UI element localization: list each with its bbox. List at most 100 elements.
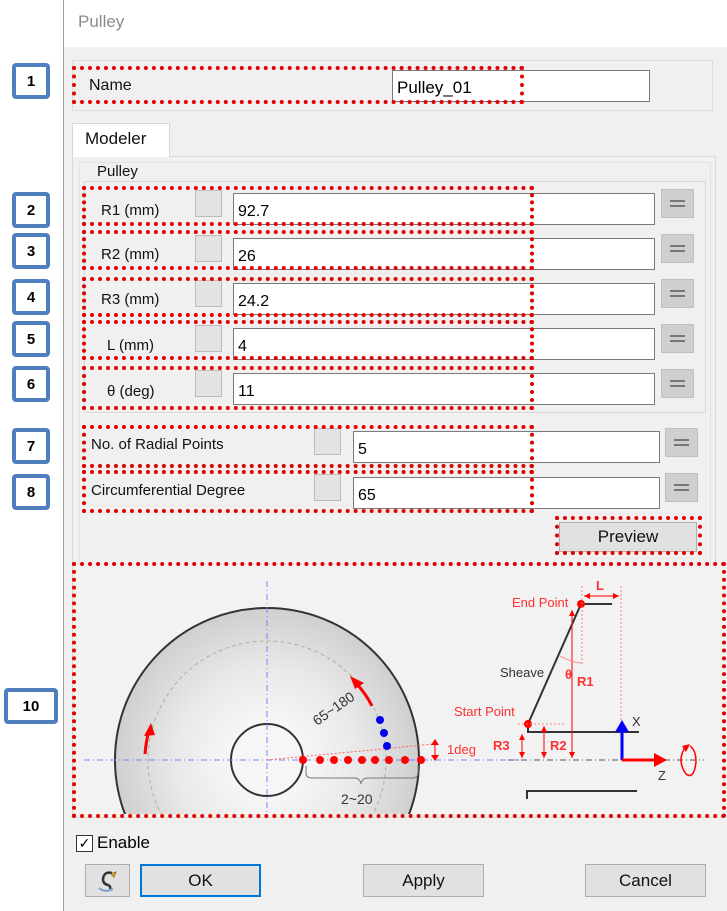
radial-point [330, 756, 338, 764]
window-title: Pulley [78, 12, 125, 31]
radial-point [316, 756, 324, 764]
shaft-line [526, 790, 637, 799]
arrow-head-icon [519, 734, 525, 740]
r2-label-diagram: R2 [550, 738, 567, 753]
callout-8: 8 [12, 474, 50, 510]
end-point-label: End Point [512, 595, 569, 610]
equals-icon [670, 335, 685, 342]
arrow-head-icon [541, 726, 547, 732]
callout-4: 4 [12, 279, 50, 315]
callout-2: 2 [12, 192, 50, 228]
theta-param-toggle[interactable] [195, 370, 222, 397]
rotation-icon [680, 745, 697, 777]
radial-points [299, 756, 425, 764]
circumferential-point [380, 729, 388, 737]
radial-points-formula-button[interactable] [665, 428, 698, 457]
tab-modeler[interactable]: Modeler [72, 123, 170, 157]
l-label-diagram: L [596, 578, 604, 593]
arrow-head-icon [569, 610, 575, 616]
arrow-head-icon [569, 752, 575, 758]
arrow-head-icon [541, 752, 547, 758]
callout-7: 7 [12, 428, 50, 464]
title-bar [64, 0, 727, 47]
arrow-head-icon [584, 593, 590, 599]
radial-points-param-toggle[interactable] [314, 428, 341, 455]
x-axis-label: X [632, 714, 641, 729]
pulley-diagram-svg: 2~20 65~180 1deg L R1 R2 R3 θ Sheave End… [84, 578, 704, 814]
l-input[interactable]: 4 [233, 328, 655, 360]
arrow-head-icon [519, 752, 525, 758]
radial-point [417, 756, 425, 764]
theta-label: θ (deg) [107, 383, 155, 400]
one-degree-label: 1deg [447, 742, 476, 757]
r3-label: R3 (mm) [101, 291, 160, 308]
theta-label-diagram: θ [565, 667, 572, 682]
radial-points-input[interactable]: 5 [353, 431, 660, 463]
sheave-label: Sheave [500, 665, 544, 680]
radial-point [299, 756, 307, 764]
help-wizard-icon [97, 870, 117, 892]
callout-5: 5 [12, 321, 50, 357]
equals-icon [670, 290, 685, 297]
enable-label: Enable [97, 833, 150, 852]
theta-input[interactable]: 11 [233, 373, 655, 405]
end-point-marker [577, 600, 585, 608]
checkmark-icon[interactable]: ✓ [76, 834, 93, 852]
r3-formula-button[interactable] [661, 279, 694, 308]
radial-points-label: No. of Radial Points [91, 436, 224, 453]
name-label: Name [89, 77, 132, 94]
r1-input[interactable]: 92.7 [233, 193, 655, 225]
r2-formula-button[interactable] [661, 234, 694, 263]
circumferential-point [383, 742, 391, 750]
radial-point [401, 756, 409, 764]
circ-degree-formula-button[interactable] [665, 473, 698, 502]
start-point-label: Start Point [454, 704, 515, 719]
enable-checkbox[interactable]: ✓ Enable [76, 833, 150, 853]
arrow-head-icon [431, 739, 439, 745]
circ-degree-label: Circumferential Degree [91, 482, 246, 499]
z-axis-label: Z [658, 768, 666, 783]
circumferential-point [376, 716, 384, 724]
z-axis-arrow-icon [654, 753, 667, 767]
r1-label: R1 (mm) [101, 202, 160, 219]
equals-icon [674, 484, 689, 491]
r2-input[interactable]: 26 [233, 238, 655, 270]
r3-param-toggle[interactable] [195, 280, 222, 307]
radial-point [371, 756, 379, 764]
r3-label-diagram: R3 [493, 738, 510, 753]
equals-icon [670, 380, 685, 387]
circ-degree-input[interactable]: 65 [353, 477, 660, 509]
radial-point [385, 756, 393, 764]
pulley-diagram: 2~20 65~180 1deg L R1 R2 R3 θ Sheave End… [74, 566, 726, 814]
preview-button[interactable]: Preview [559, 522, 697, 552]
x-axis-arrow-icon [615, 720, 629, 732]
r1-label-diagram: R1 [577, 674, 594, 689]
callout-3: 3 [12, 233, 50, 269]
cancel-button[interactable]: Cancel [585, 864, 706, 897]
r3-input[interactable]: 24.2 [233, 283, 655, 315]
radial-range-label: 2~20 [341, 791, 373, 807]
r2-param-toggle[interactable] [195, 235, 222, 262]
callout-10: 10 [4, 688, 58, 724]
sheave-profile [527, 603, 639, 733]
l-formula-button[interactable] [661, 324, 694, 353]
circ-degree-param-toggle[interactable] [314, 474, 341, 501]
radial-point [358, 756, 366, 764]
arrow-head-icon [613, 593, 619, 599]
radial-point [344, 756, 352, 764]
pulley-group-legend: Pulley [95, 163, 140, 180]
r1-param-toggle[interactable] [195, 190, 222, 217]
l-label: L (mm) [107, 337, 154, 354]
name-input[interactable]: Pulley_01 [392, 70, 650, 102]
l-param-toggle[interactable] [195, 325, 222, 352]
callout-6: 6 [12, 366, 50, 402]
equals-icon [670, 200, 685, 207]
equals-icon [674, 439, 689, 446]
r2-label: R2 (mm) [101, 246, 160, 263]
apply-button[interactable]: Apply [363, 864, 484, 897]
theta-formula-button[interactable] [661, 369, 694, 398]
r1-formula-button[interactable] [661, 189, 694, 218]
theta-arc [559, 655, 582, 664]
help-button[interactable] [85, 864, 130, 897]
ok-button[interactable]: OK [140, 864, 261, 897]
